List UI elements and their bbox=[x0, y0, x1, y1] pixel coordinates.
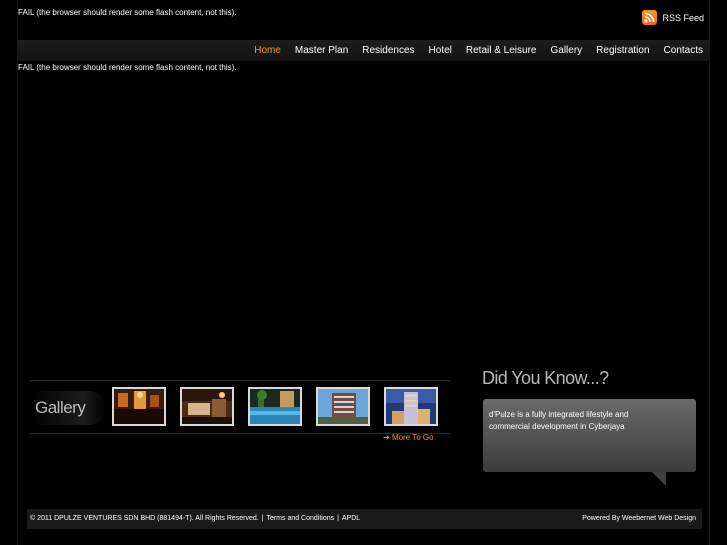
nav-retail-leisure[interactable]: Retail & Leisure bbox=[466, 45, 537, 56]
more-to-go-label: More To Go bbox=[391, 433, 434, 442]
flash-fallback-notice-main: FAIL (the browser should render some fla… bbox=[18, 63, 237, 72]
gallery-thumbnail[interactable] bbox=[316, 387, 370, 426]
gallery-thumbnail[interactable] bbox=[180, 387, 234, 426]
terms-link[interactable]: Terms and Conditions bbox=[266, 515, 334, 522]
main-nav: Home Master Plan Residences Hotel Retail… bbox=[18, 40, 710, 61]
nav-contacts[interactable]: Contacts bbox=[664, 45, 703, 56]
rss-icon bbox=[642, 10, 658, 25]
arrow-right-icon: ➜ bbox=[383, 433, 392, 442]
copyright-text: © 2011 DPULZE VENTURES SDN BHD (881494-T… bbox=[30, 515, 259, 522]
nav-home[interactable]: Home bbox=[254, 45, 281, 56]
rss-feed-label: RSS Feed bbox=[662, 12, 704, 23]
apdl-link[interactable]: APDL bbox=[342, 515, 360, 522]
more-to-go-link[interactable]: ➜ More To Go bbox=[383, 433, 434, 442]
gallery-thumbnail[interactable] bbox=[384, 387, 438, 426]
footer-separator: | bbox=[337, 515, 341, 522]
nav-master-plan[interactable]: Master Plan bbox=[295, 45, 348, 56]
footer-left: © 2011 DPULZE VENTURES SDN BHD (881494-T… bbox=[30, 515, 360, 522]
nav-residences[interactable]: Residences bbox=[362, 45, 414, 56]
nav-registration[interactable]: Registration bbox=[596, 45, 649, 56]
gallery-title: Gallery bbox=[30, 391, 106, 425]
footer-separator: | bbox=[261, 515, 266, 522]
gallery-thumbnail[interactable] bbox=[248, 387, 302, 426]
flash-fallback-notice: FAIL (the browser should render some fla… bbox=[18, 8, 237, 17]
gallery-thumbnail[interactable] bbox=[112, 387, 166, 426]
nav-gallery[interactable]: Gallery bbox=[550, 45, 582, 56]
did-you-know-text: d'Pulze is a fully integrated lifestyle … bbox=[489, 410, 629, 431]
powered-by-link[interactable]: Powered By Weebernet Web Design bbox=[582, 515, 696, 522]
did-you-know-title: Did You Know...? bbox=[482, 368, 609, 388]
footer: © 2011 DPULZE VENTURES SDN BHD (881494-T… bbox=[27, 509, 702, 529]
nav-hotel[interactable]: Hotel bbox=[429, 45, 452, 56]
rss-feed-link[interactable]: RSS Feed bbox=[642, 10, 704, 25]
gallery-strip: Gallery bbox=[30, 380, 450, 434]
